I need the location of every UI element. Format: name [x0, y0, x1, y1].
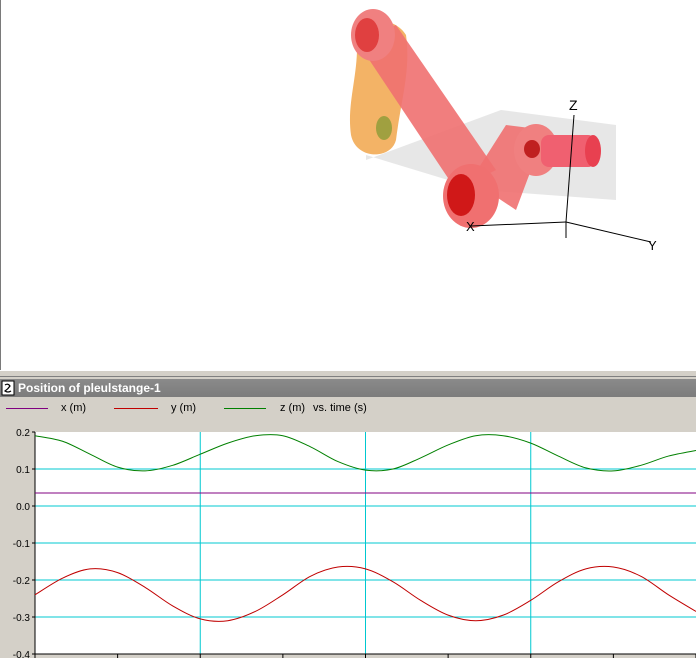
y-tick-label: 0.0: [16, 502, 30, 513]
y-tick-label: -0.4: [13, 650, 31, 658]
crank-pin: [376, 116, 392, 140]
piston-bore: [524, 140, 540, 158]
rod-bore-bottom: [447, 174, 475, 216]
y-tick-label: -0.2: [13, 576, 31, 587]
y-tick-label: -0.3: [13, 613, 31, 624]
axis-label-y: Y: [648, 238, 657, 253]
axis-label-z: Z: [569, 97, 578, 113]
position-plot[interactable]: 0.2 0.1 0.0 -0.1 -0.2 -0.3 -0.4: [0, 377, 696, 658]
y-tick-label: -0.1: [13, 539, 31, 550]
3d-viewport[interactable]: Z Y X: [0, 0, 696, 370]
y-tick-label: 0.1: [16, 465, 30, 476]
pane-splitter[interactable]: [0, 370, 696, 377]
axis-label-x: X: [466, 219, 475, 234]
rod-bore-top: [355, 18, 379, 52]
piston-pin-end: [585, 135, 601, 167]
y-tick-label: 0.2: [16, 428, 30, 439]
plot-window: Position of pleulstange-1 x (m) y (m) z …: [0, 377, 696, 658]
mechanism-model: Z Y X: [349, 9, 657, 253]
